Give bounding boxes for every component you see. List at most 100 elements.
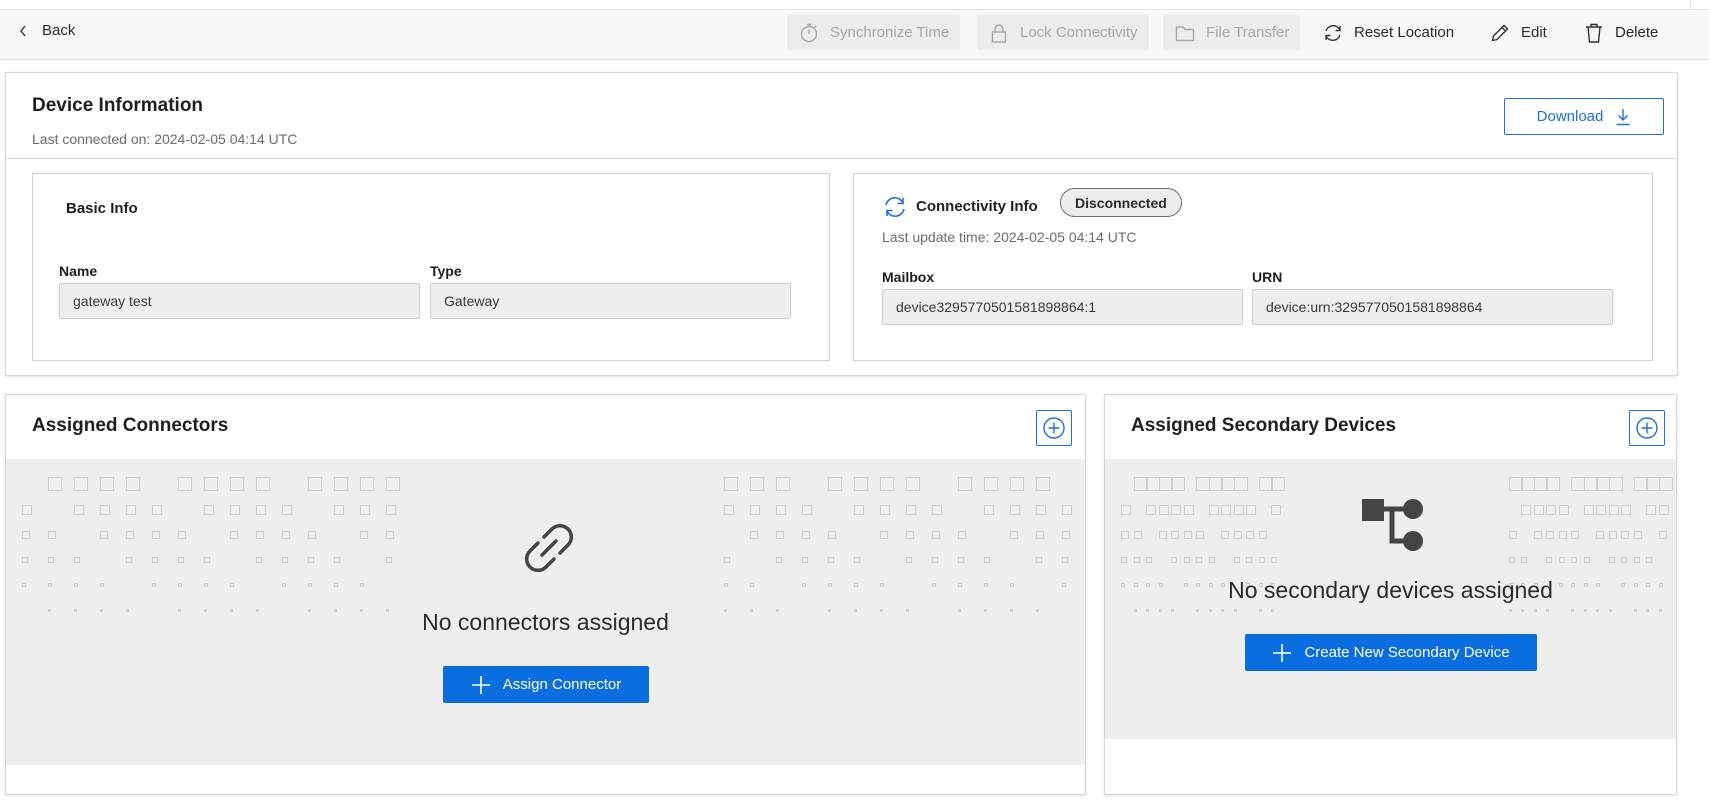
background-dot (100, 505, 110, 515)
background-dot (1658, 505, 1669, 515)
background-dot (22, 557, 28, 563)
background-dot (204, 583, 208, 587)
plus-circle-icon (1043, 417, 1065, 439)
background-dot (256, 477, 270, 491)
connectivity-info-title: Connectivity Info (916, 198, 1038, 215)
assign-connector-button[interactable]: Assign Connector (443, 666, 649, 703)
background-dot (724, 583, 728, 587)
background-dot (1183, 557, 1190, 563)
background-dot (178, 531, 186, 539)
background-dot (1258, 531, 1267, 539)
background-dot (1633, 531, 1642, 539)
background-dot (334, 557, 340, 563)
assigned-secondary-devices-card: Assigned Secondary Devices No secondary … (1104, 394, 1677, 795)
background-dot (1546, 609, 1549, 612)
background-dot (1546, 531, 1554, 539)
secondary-devices-empty-text: No secondary devices assigned (1228, 577, 1553, 603)
type-field: Gateway (430, 283, 791, 319)
back-button[interactable]: Back (18, 22, 75, 39)
reset-location-button[interactable]: Reset Location (1311, 15, 1465, 50)
background-dot (1646, 477, 1660, 491)
background-dot (932, 505, 942, 515)
background-dot (1658, 531, 1667, 539)
background-dot (1258, 477, 1273, 491)
urn-field: device:urn:3295770501581898864 (1252, 289, 1613, 325)
background-dot (1558, 557, 1565, 563)
background-dot (1596, 609, 1599, 612)
connectors-empty-state: No connectors assigned Assign Connector (6, 459, 1085, 765)
delete-button[interactable]: Delete (1572, 15, 1669, 50)
device-information-header: Device Information Last connected on: 20… (6, 73, 1677, 159)
background-dot (204, 557, 210, 563)
synchronize-time-button[interactable]: Synchronize Time (787, 15, 961, 50)
background-dot (932, 583, 936, 587)
background-dot (906, 557, 912, 563)
sync-icon (885, 197, 905, 217)
background-dot (1208, 477, 1223, 491)
background-dot (1533, 609, 1537, 612)
background-dot (984, 583, 988, 587)
background-dot (1171, 505, 1181, 515)
background-dot (1621, 557, 1627, 563)
background-dot (958, 557, 964, 563)
background-dot (1271, 505, 1281, 515)
edit-button[interactable]: Edit (1478, 15, 1558, 50)
background-dot (360, 583, 364, 587)
background-dot (1646, 609, 1649, 612)
background-dot (126, 477, 140, 491)
background-dot (1571, 477, 1585, 491)
background-dot (126, 505, 136, 515)
background-dot (828, 531, 836, 539)
background-dot (1646, 557, 1652, 563)
background-dot (1246, 557, 1252, 563)
download-icon (1616, 108, 1630, 125)
background-dot (1571, 531, 1579, 539)
background-dot (958, 531, 966, 539)
background-dot (1208, 557, 1215, 563)
add-connector-button[interactable] (1036, 410, 1072, 446)
background-dot (360, 531, 368, 539)
download-button[interactable]: Download (1504, 98, 1664, 135)
background-dot (776, 505, 786, 515)
background-dot (1621, 505, 1631, 515)
background-dot (906, 531, 914, 539)
background-dot (1533, 477, 1548, 491)
background-dot (1608, 531, 1617, 539)
background-dot (750, 583, 754, 587)
background-dot (1196, 477, 1210, 491)
add-secondary-device-button[interactable] (1629, 410, 1665, 446)
background-dot (178, 583, 182, 587)
background-dot (854, 583, 858, 587)
background-dot (230, 477, 244, 491)
background-dot (1546, 477, 1560, 491)
connectivity-info-box: Connectivity Info Disconnected Last upda… (853, 173, 1653, 361)
background-dot (256, 505, 266, 515)
device-information-card: Device Information Last connected on: 20… (5, 72, 1678, 376)
background-dot (386, 477, 400, 491)
file-transfer-button[interactable]: File Transfer (1163, 15, 1301, 50)
background-dot (1146, 557, 1152, 563)
background-dot (48, 557, 54, 563)
background-dot (1183, 531, 1192, 539)
download-label: Download (1536, 108, 1604, 125)
create-new-secondary-device-button[interactable]: Create New Secondary Device (1245, 634, 1537, 671)
background-dot (1583, 557, 1590, 563)
background-dot (1036, 477, 1050, 491)
background-dot (1271, 609, 1274, 612)
background-dot (1533, 505, 1544, 515)
background-dot (1208, 609, 1212, 612)
background-dot (282, 583, 286, 587)
background-dot (48, 583, 52, 587)
background-dot (1233, 477, 1248, 491)
background-dot (1146, 477, 1160, 491)
mailbox-label: Mailbox (882, 269, 935, 285)
background-dot (932, 557, 938, 563)
background-dot (854, 477, 868, 491)
lock-connectivity-button[interactable]: Lock Connectivity (977, 15, 1149, 50)
background-dot (1521, 609, 1524, 612)
background-dot (776, 557, 782, 563)
background-dot (1158, 609, 1162, 612)
background-dot (958, 583, 962, 587)
reset-icon (1325, 24, 1341, 41)
assigned-connectors-card: Assigned Connectors No connectors assign… (5, 394, 1086, 795)
